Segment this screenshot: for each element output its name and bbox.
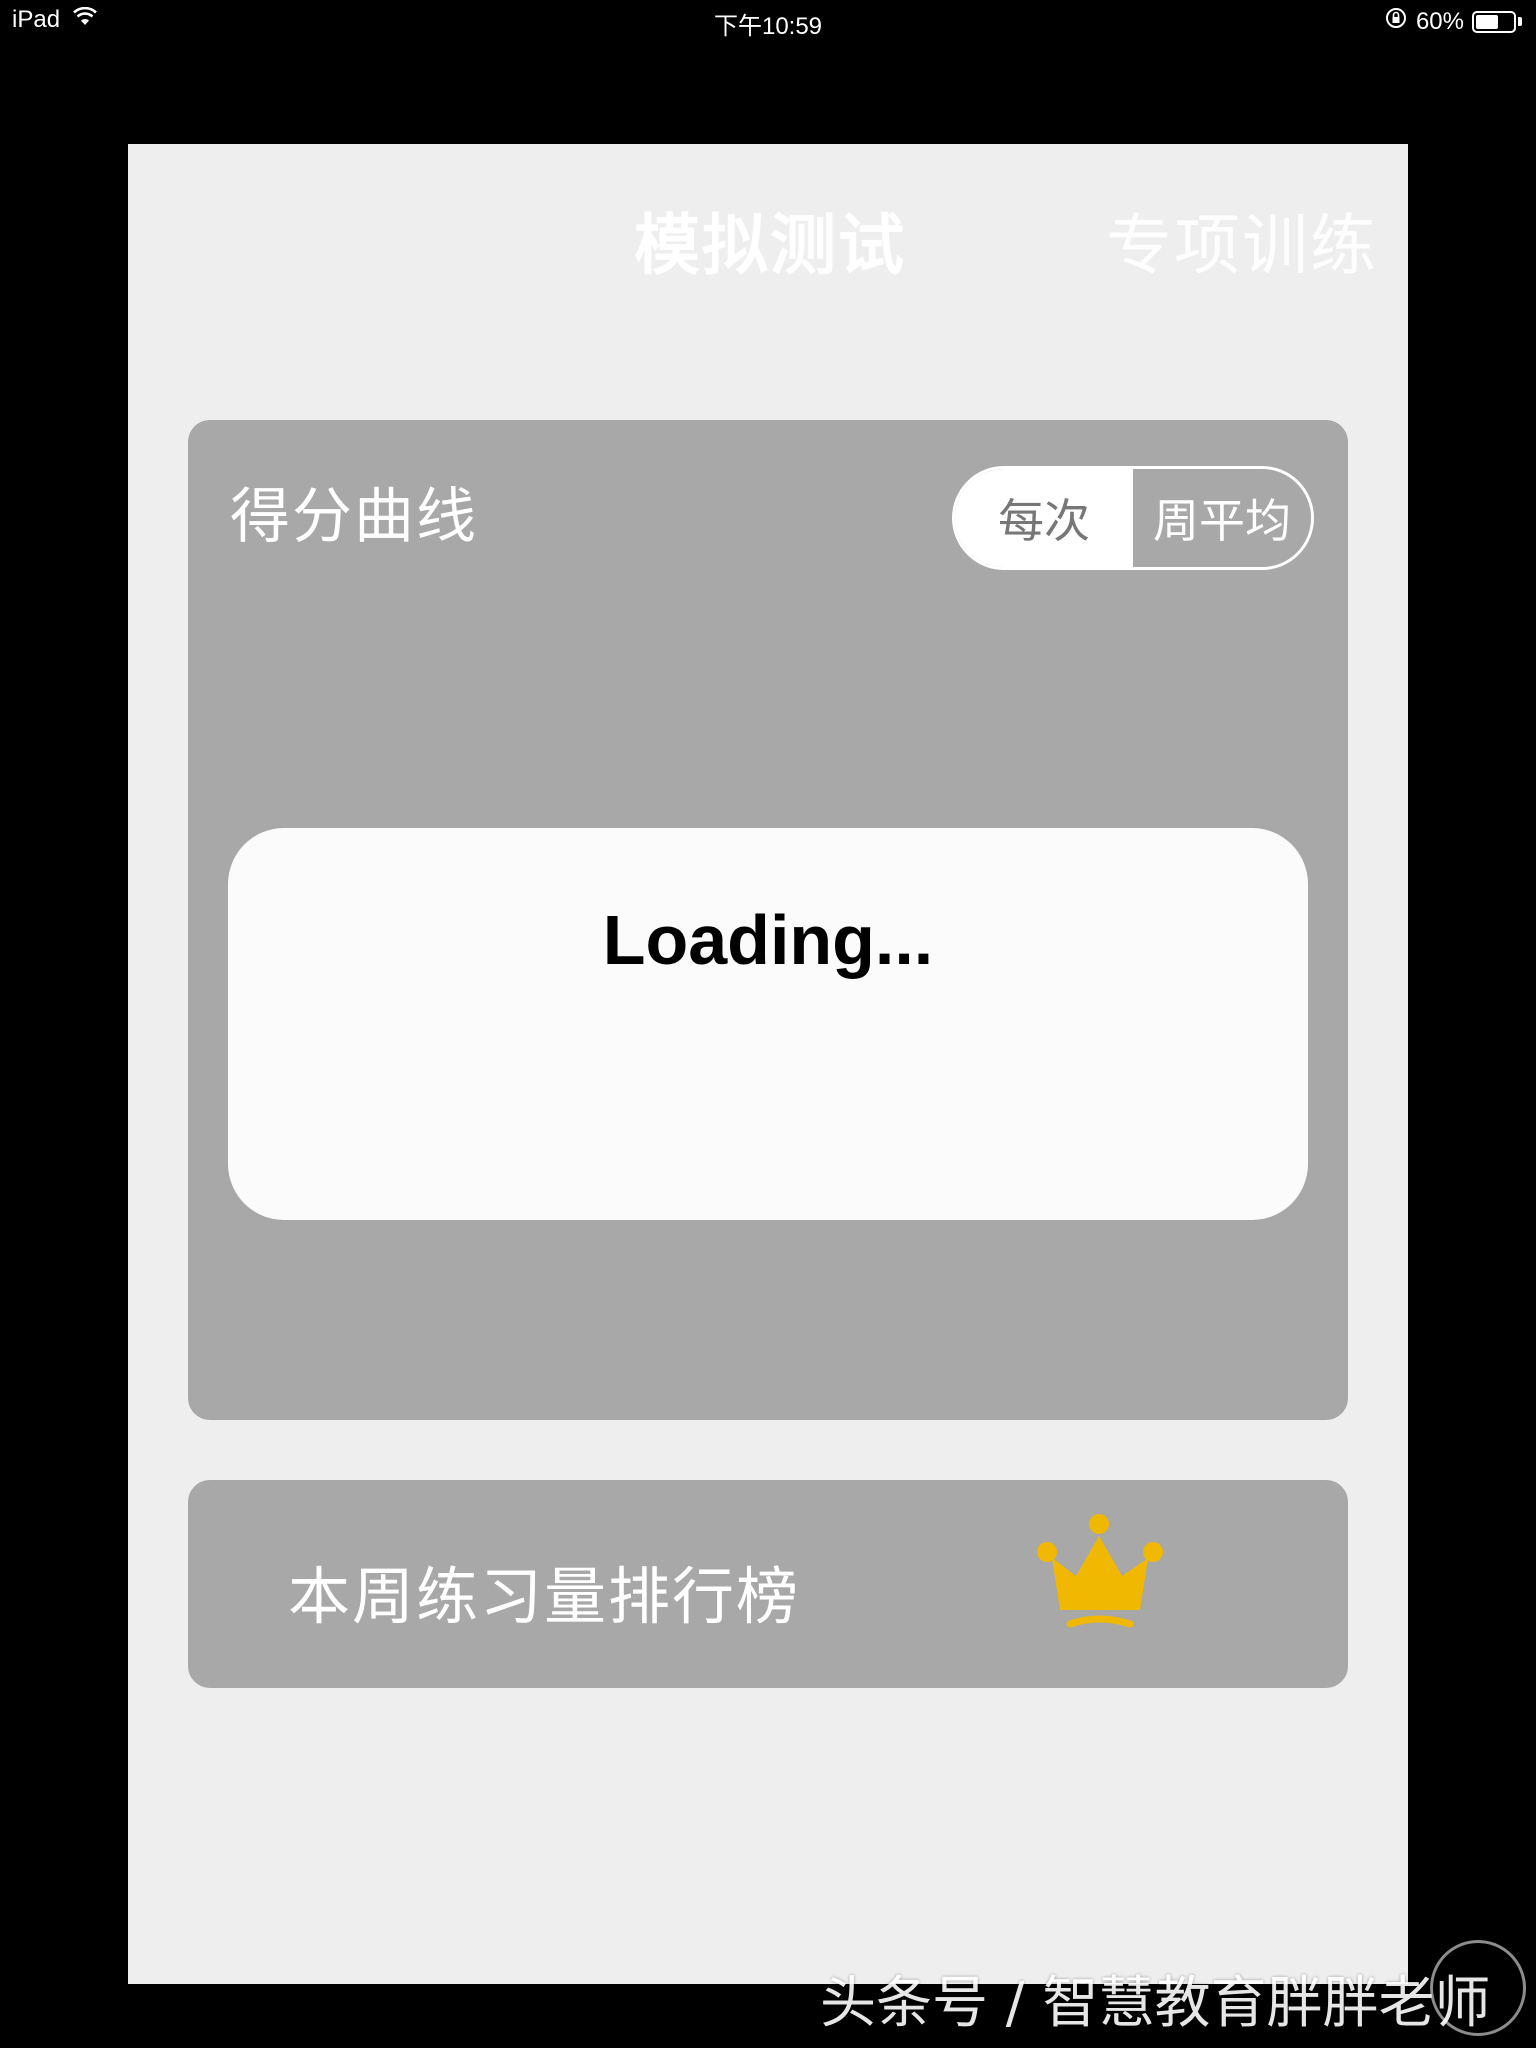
tab-mock-test[interactable]: 模拟测试: [634, 192, 906, 288]
battery-tip: [1518, 17, 1522, 26]
ipad-screen: iPad 下午10:59 60% 模拟测试 专项训练 得分曲线 每次 周平均 L…: [0, 0, 1536, 2048]
crown-icon: [1036, 1510, 1166, 1640]
status-right: 60%: [1384, 6, 1522, 37]
toggle-each-button[interactable]: 每次: [955, 469, 1133, 567]
score-curve-title: 得分曲线: [230, 482, 478, 552]
loading-text: Loading...: [602, 901, 934, 979]
battery-icon: [1472, 10, 1516, 33]
status-time: 下午10:59: [713, 13, 823, 40]
tab-special-training[interactable]: 专项训练: [1106, 192, 1378, 288]
loading-dialog: Loading...: [228, 828, 1308, 1220]
battery-fill: [1476, 14, 1498, 29]
watermark-circle: [1430, 1940, 1526, 2036]
status-bar: iPad 下午10:59 60%: [0, 0, 1536, 40]
app-panel: 模拟测试 专项训练 得分曲线 每次 周平均 Loading... 本周练习量排行…: [128, 144, 1408, 1984]
orientation-lock-icon: [1384, 6, 1408, 37]
weekly-ranking-card[interactable]: 本周练习量排行榜: [188, 1480, 1348, 1688]
battery-percent: 60%: [1415, 7, 1464, 35]
score-mode-toggle: 每次 周平均: [952, 466, 1314, 570]
weekly-ranking-title: 本周练习量排行榜: [288, 1560, 801, 1633]
watermark-text: 头条号 / 智慧教育胖胖老师: [820, 1971, 1491, 2036]
score-curve-card: 得分曲线 每次 周平均 Loading...: [188, 420, 1348, 1420]
toggle-weekly-average-button[interactable]: 周平均: [1133, 469, 1311, 567]
